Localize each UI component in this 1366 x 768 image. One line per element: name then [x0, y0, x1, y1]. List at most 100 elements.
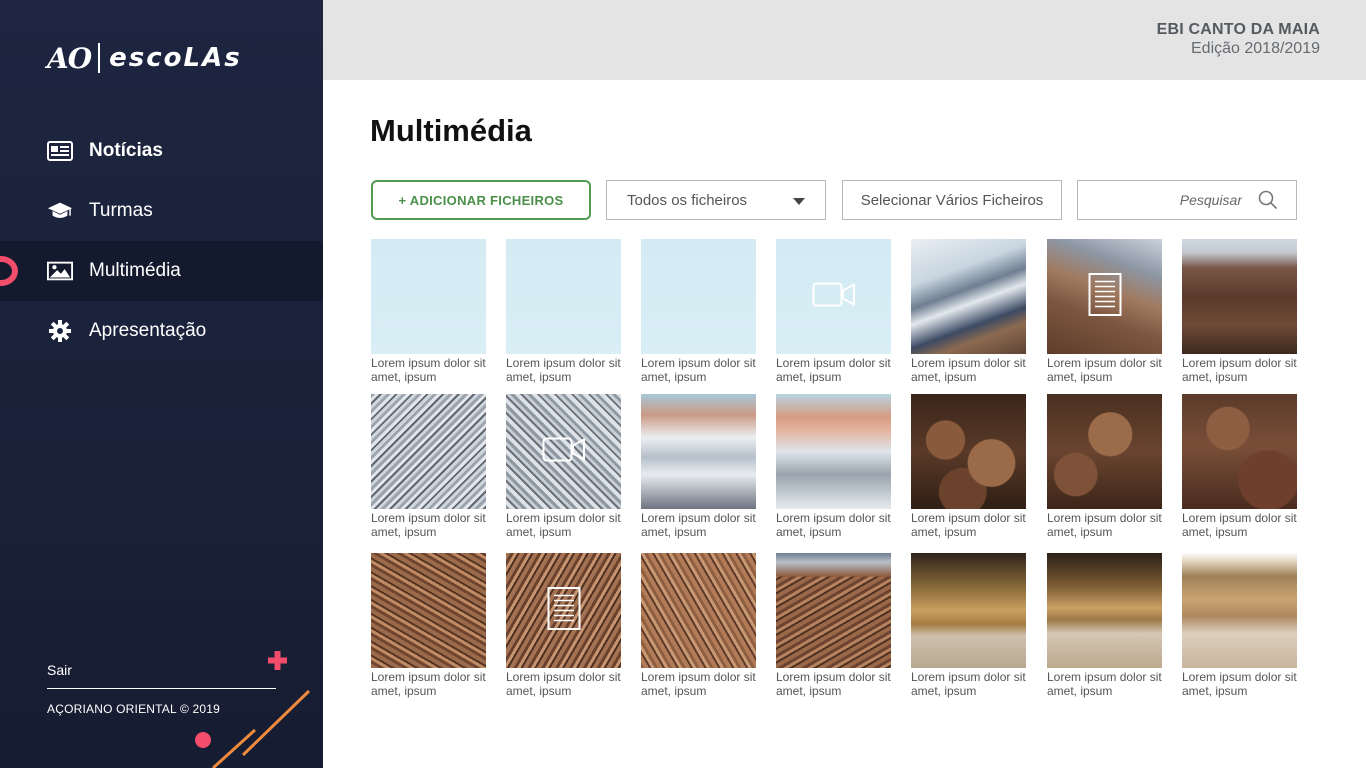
logo-divider: [98, 43, 101, 73]
media-caption: Lorem ipsum dolor sit amet, ipsum: [1047, 511, 1162, 539]
media-caption: Lorem ipsum dolor sit amet, ipsum: [776, 511, 891, 539]
media-thumbnail[interactable]: [371, 394, 486, 509]
media-tile[interactable]: Lorem ipsum dolor sit amet, ipsum: [506, 239, 622, 384]
search-icon[interactable]: [1258, 190, 1278, 210]
sidebar-item-label: Apresentação: [89, 320, 207, 341]
media-thumbnail[interactable]: [776, 394, 891, 509]
media-caption: Lorem ipsum dolor sit amet, ipsum: [776, 670, 891, 698]
media-caption: Lorem ipsum dolor sit amet, ipsum: [506, 511, 621, 539]
media-tile[interactable]: Lorem ipsum dolor sit amet, ipsum: [911, 394, 1027, 539]
graduation-cap-icon: [47, 200, 73, 222]
page-title: Multimédia: [370, 113, 532, 148]
media-tile[interactable]: Lorem ipsum dolor sit amet, ipsum: [1182, 394, 1298, 539]
sidebar-item-turmas[interactable]: Turmas: [0, 181, 323, 241]
logo-ao-text: AO: [47, 41, 92, 75]
media-caption: Lorem ipsum dolor sit amet, ipsum: [641, 356, 756, 384]
document-icon: [1088, 272, 1122, 321]
search-box: [1077, 180, 1297, 220]
school-name: EBI CANTO DA MAIA: [1156, 21, 1320, 38]
media-tile[interactable]: Lorem ipsum dolor sit amet, ipsum: [506, 553, 622, 698]
media-thumbnail[interactable]: [1182, 239, 1297, 354]
media-caption: Lorem ipsum dolor sit amet, ipsum: [506, 670, 621, 698]
plus-icon[interactable]: [268, 651, 287, 670]
sidebar-item-apresentacao[interactable]: Apresentação: [0, 301, 323, 361]
media-thumbnail[interactable]: [371, 239, 486, 354]
media-tile[interactable]: Lorem ipsum dolor sit amet, ipsum: [1047, 553, 1163, 698]
media-tile[interactable]: Lorem ipsum dolor sit amet, ipsum: [776, 553, 892, 698]
media-caption: Lorem ipsum dolor sit amet, ipsum: [1047, 670, 1162, 698]
media-tile[interactable]: Lorem ipsum dolor sit amet, ipsum: [911, 239, 1027, 384]
document-icon: [547, 586, 581, 635]
media-thumbnail[interactable]: [911, 553, 1026, 668]
media-caption: Lorem ipsum dolor sit amet, ipsum: [1047, 356, 1162, 384]
media-thumbnail[interactable]: [776, 239, 891, 354]
media-thumbnail[interactable]: [1182, 394, 1297, 509]
media-thumbnail[interactable]: [641, 394, 756, 509]
media-caption: Lorem ipsum dolor sit amet, ipsum: [911, 670, 1026, 698]
sidebar-item-multimedia[interactable]: Multimédia: [0, 241, 323, 301]
search-input[interactable]: [1086, 189, 1242, 211]
file-type-select-value: Todos os ficheiros: [627, 191, 748, 209]
chevron-down-icon: [793, 198, 805, 205]
media-caption: Lorem ipsum dolor sit amet, ipsum: [506, 356, 621, 384]
file-type-select[interactable]: Todos os ficheiros: [606, 180, 826, 220]
sidebar-item-label: Notícias: [89, 140, 163, 161]
video-camera-icon: [542, 435, 586, 468]
copyright-text: AÇORIANO ORIENTAL © 2019: [47, 702, 221, 716]
media-caption: Lorem ipsum dolor sit amet, ipsum: [1182, 670, 1297, 698]
media-thumbnail[interactable]: [911, 394, 1026, 509]
active-indicator: [0, 256, 18, 286]
media-thumbnail[interactable]: [641, 239, 756, 354]
brand-logo[interactable]: AO escoLAs: [47, 40, 242, 76]
media-thumbnail[interactable]: [1047, 553, 1162, 668]
sidebar: AO escoLAs Notícias Turmas Multimédia Ap…: [0, 0, 323, 768]
media-caption: Lorem ipsum dolor sit amet, ipsum: [776, 356, 891, 384]
logo-escolas-text: escoLAs: [109, 43, 242, 73]
media-tile[interactable]: Lorem ipsum dolor sit amet, ipsum: [641, 553, 757, 698]
sidebar-item-label: Turmas: [89, 200, 153, 221]
media-tile[interactable]: Lorem ipsum dolor sit amet, ipsum: [776, 239, 892, 384]
media-caption: Lorem ipsum dolor sit amet, ipsum: [911, 511, 1026, 539]
media-thumbnail[interactable]: [506, 394, 621, 509]
media-tile[interactable]: Lorem ipsum dolor sit amet, ipsum: [371, 553, 487, 698]
media-caption: Lorem ipsum dolor sit amet, ipsum: [371, 511, 486, 539]
media-tile[interactable]: Lorem ipsum dolor sit amet, ipsum: [506, 394, 622, 539]
media-thumbnail[interactable]: [506, 553, 621, 668]
school-info: EBI CANTO DA MAIA Edição 2018/2019: [1157, 21, 1320, 58]
media-tile[interactable]: Lorem ipsum dolor sit amet, ipsum: [1182, 553, 1298, 698]
media-caption: Lorem ipsum dolor sit amet, ipsum: [1182, 356, 1297, 384]
add-files-button[interactable]: + ADICIONAR FICHEIROS: [371, 180, 591, 220]
media-thumbnail[interactable]: [1047, 394, 1162, 509]
media-tile[interactable]: Lorem ipsum dolor sit amet, ipsum: [776, 394, 892, 539]
media-thumbnail[interactable]: [371, 553, 486, 668]
media-tile[interactable]: Lorem ipsum dolor sit amet, ipsum: [1182, 239, 1298, 384]
sidebar-item-noticias[interactable]: Notícias: [0, 121, 323, 181]
logout-link[interactable]: Sair: [47, 662, 72, 678]
media-caption: Lorem ipsum dolor sit amet, ipsum: [371, 670, 486, 698]
media-tile[interactable]: Lorem ipsum dolor sit amet, ipsum: [1047, 239, 1163, 384]
image-icon: [47, 260, 73, 282]
media-caption: Lorem ipsum dolor sit amet, ipsum: [641, 511, 756, 539]
decorative-lines: [211, 689, 311, 768]
sidebar-item-label: Multimédia: [89, 260, 181, 281]
media-thumbnail[interactable]: [1047, 239, 1162, 354]
media-tile[interactable]: Lorem ipsum dolor sit amet, ipsum: [641, 239, 757, 384]
media-thumbnail[interactable]: [506, 239, 621, 354]
media-tile[interactable]: Lorem ipsum dolor sit amet, ipsum: [371, 394, 487, 539]
media-thumbnail[interactable]: [911, 239, 1026, 354]
media-tile[interactable]: Lorem ipsum dolor sit amet, ipsum: [641, 394, 757, 539]
video-camera-icon: [812, 280, 856, 313]
school-edition: Edição 2018/2019: [1191, 40, 1320, 57]
media-tile[interactable]: Lorem ipsum dolor sit amet, ipsum: [371, 239, 487, 384]
media-thumbnail[interactable]: [641, 553, 756, 668]
media-caption: Lorem ipsum dolor sit amet, ipsum: [641, 670, 756, 698]
newspaper-icon: [47, 140, 73, 162]
media-caption: Lorem ipsum dolor sit amet, ipsum: [371, 356, 486, 384]
media-tile[interactable]: Lorem ipsum dolor sit amet, ipsum: [1047, 394, 1163, 539]
select-multiple-button[interactable]: Selecionar Vários Ficheiros: [842, 180, 1062, 220]
media-caption: Lorem ipsum dolor sit amet, ipsum: [911, 356, 1026, 384]
media-tile[interactable]: Lorem ipsum dolor sit amet, ipsum: [911, 553, 1027, 698]
media-thumbnail[interactable]: [1182, 553, 1297, 668]
media-thumbnail[interactable]: [776, 553, 891, 668]
gear-icon: [47, 320, 73, 342]
